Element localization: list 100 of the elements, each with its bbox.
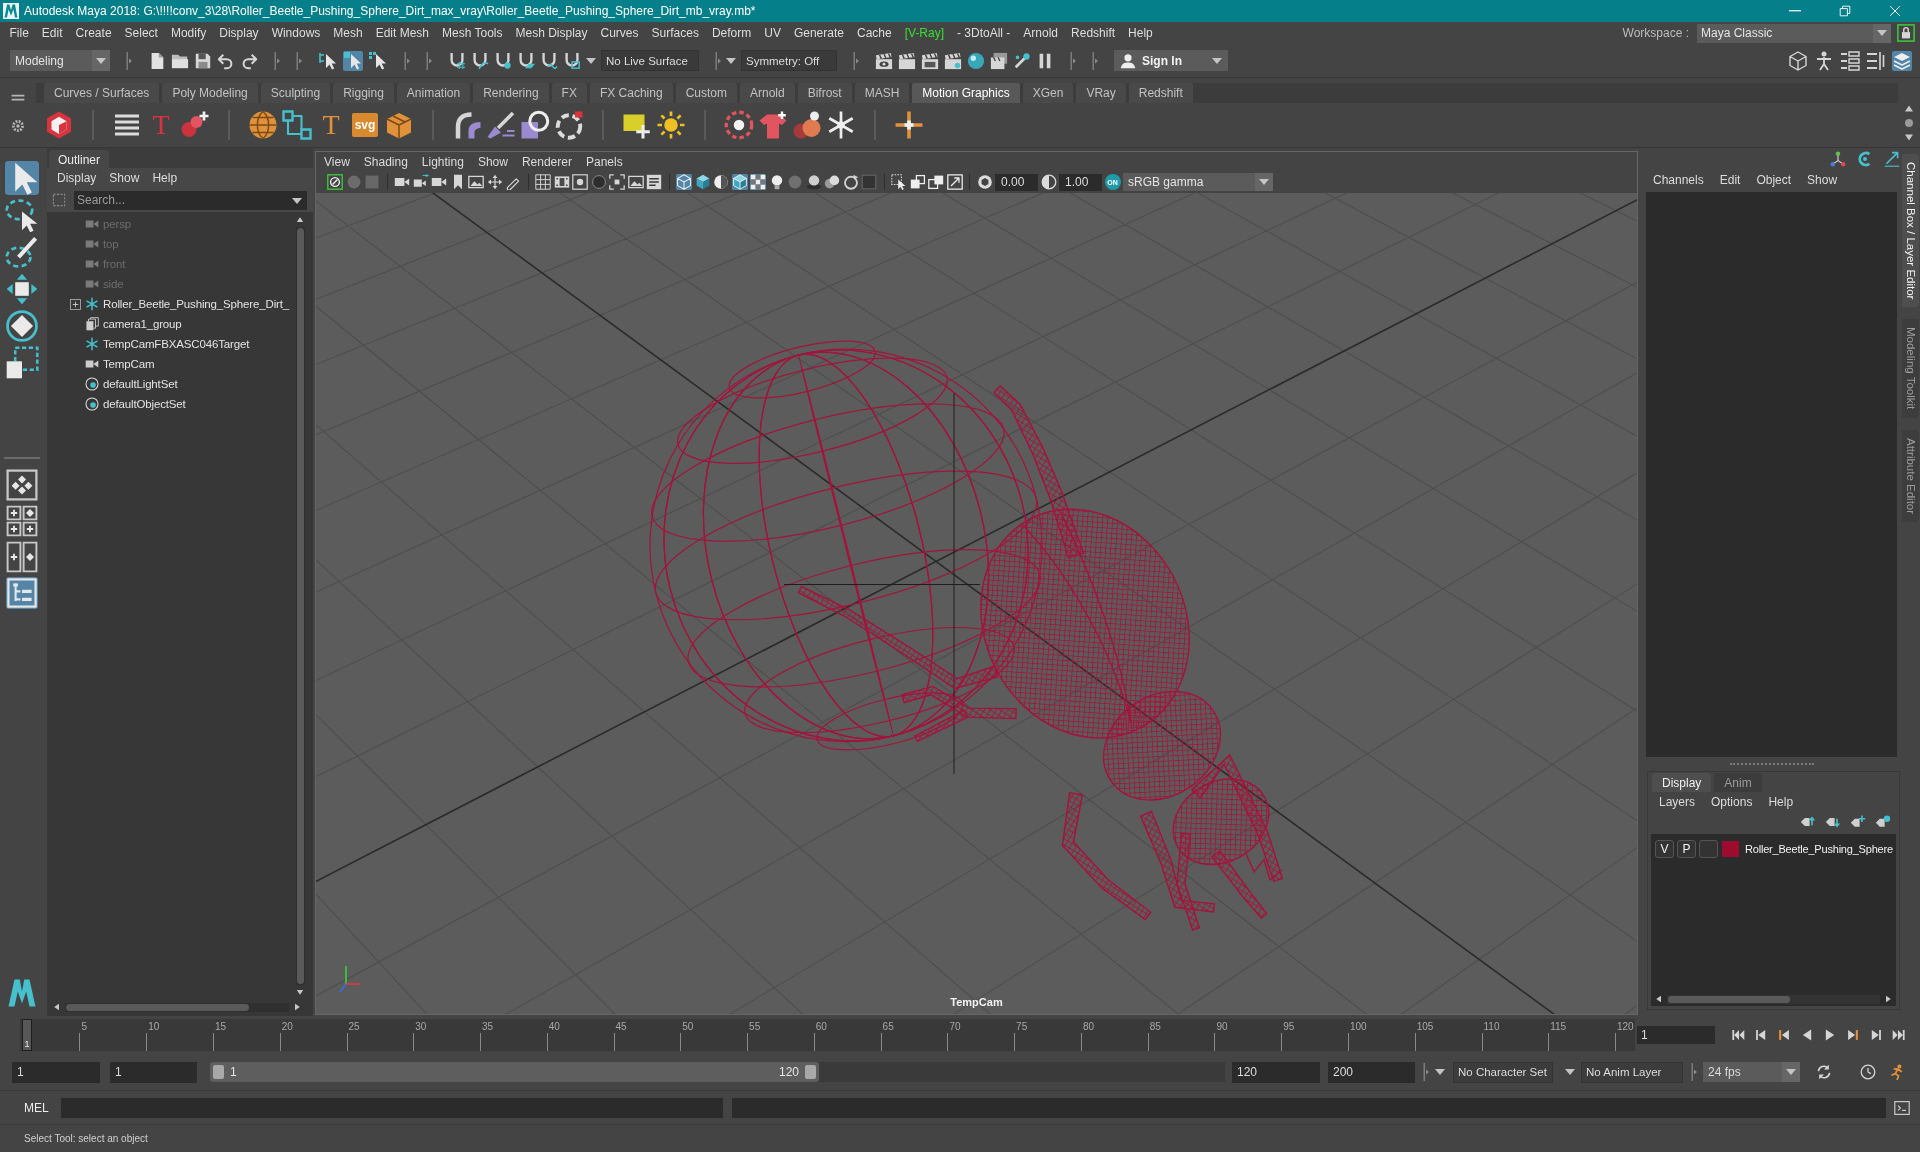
menu-item[interactable]: Object: [1748, 173, 1800, 187]
step-forward-icon[interactable]: [1869, 1028, 1883, 1042]
diamond-dot-icon[interactable]: [1875, 814, 1891, 830]
shelf-tab[interactable]: Redshift: [1128, 83, 1193, 103]
scrollbar-thumb[interactable]: [66, 1003, 249, 1011]
menu-item[interactable]: Edit Mesh: [369, 26, 436, 40]
outliner-item[interactable]: Roller_Beetle_Pushing_Sphere_Dirt_: [103, 298, 290, 310]
side-tab[interactable]: Attribute Editor: [1902, 429, 1919, 522]
playback-start-field[interactable]: 1: [110, 1061, 197, 1083]
up-arrow-icon[interactable]: [296, 216, 304, 224]
anim-layer-dropdown[interactable]: No Anim Layer: [1581, 1061, 1683, 1083]
menu-item[interactable]: Redshift: [1064, 26, 1122, 40]
menu-item[interactable]: Help: [146, 171, 185, 185]
menu-item[interactable]: Create: [69, 26, 119, 40]
restore-icon[interactable]: [1839, 5, 1851, 17]
command-input-field[interactable]: [60, 1097, 723, 1118]
diagonal-arrow-icon[interactable]: [1884, 151, 1900, 167]
arc-dot-icon[interactable]: [1857, 151, 1873, 167]
circles-plus-icon[interactable]: [180, 110, 210, 140]
current-frame-field[interactable]: 1: [1637, 1026, 1715, 1044]
shelf-tab[interactable]: Curves / Surfaces: [44, 83, 160, 103]
stacked-clapperboards-icon[interactable]: [990, 51, 1008, 70]
menu-item[interactable]: Select: [118, 26, 165, 40]
menu-item[interactable]: Show: [103, 171, 147, 185]
layer-editor-tab[interactable]: Display: [1652, 773, 1712, 792]
cross-arrows-icon[interactable]: [486, 174, 503, 190]
cursor-square-icon[interactable]: [343, 50, 363, 71]
redo-icon[interactable]: [240, 51, 258, 70]
live-surface-field[interactable]: No Live Surface: [601, 50, 699, 71]
caret-icon[interactable]: [1565, 1069, 1575, 1075]
checker-icon[interactable]: [750, 174, 766, 190]
sign-in-button[interactable]: Sign In: [1114, 50, 1228, 71]
menu-item[interactable]: Deform: [705, 26, 758, 40]
menu-item[interactable]: Channels: [1645, 173, 1712, 187]
3d-viewport[interactable]: TempCam: [316, 193, 1637, 1014]
playhead[interactable]: 1: [22, 1019, 32, 1051]
shelf-tab[interactable]: Rigging: [333, 83, 394, 103]
gamma-field[interactable]: 1.00: [1059, 173, 1102, 191]
right-arrow-icon[interactable]: [1884, 995, 1892, 1003]
caret-icon[interactable]: [292, 197, 302, 204]
lasso-cursor-icon[interactable]: [5, 198, 39, 232]
axes-icon[interactable]: [1830, 151, 1846, 167]
picture-icon[interactable]: [627, 174, 644, 190]
layers-icon[interactable]: [1892, 50, 1912, 71]
overlapping-squares-icon[interactable]: [928, 174, 944, 190]
menu-item[interactable]: UV: [757, 26, 788, 40]
skip-start-icon[interactable]: [1731, 1028, 1745, 1042]
shelf-tab[interactable]: VRay: [1076, 83, 1126, 103]
dashed-circle-dot-icon[interactable]: [724, 110, 754, 140]
collapse-handle-icon[interactable]: [1423, 1063, 1429, 1081]
shelf-tab[interactable]: MASH: [854, 83, 910, 103]
shelf-tab[interactable]: Custom: [675, 83, 737, 103]
two-spheres-icon[interactable]: [824, 174, 840, 190]
corner-frame-icon[interactable]: [609, 174, 625, 190]
layer-editor-tab[interactable]: Anim: [1714, 773, 1762, 792]
dark-circle-icon[interactable]: [590, 174, 607, 190]
menu-item[interactable]: Curves: [594, 26, 646, 40]
magnet-plane-icon[interactable]: [517, 51, 535, 70]
single-pane-icon[interactable]: [6, 469, 38, 501]
sun-icon[interactable]: [656, 110, 686, 140]
shelf-tab[interactable]: Animation: [396, 83, 471, 103]
lock-icon[interactable]: [1897, 24, 1915, 42]
menu-item[interactable]: Windows: [265, 26, 327, 40]
clock-icon[interactable]: [1860, 1064, 1876, 1080]
fps-dropdown[interactable]: 24 fps: [1703, 1062, 1800, 1082]
cursor-dashed-box-icon[interactable]: [891, 174, 907, 190]
list-lines-icon[interactable]: [1866, 50, 1886, 71]
outliner-item[interactable]: defaultObjectSet: [103, 398, 186, 410]
expand-icon[interactable]: [69, 298, 81, 310]
splitter-handle[interactable]: [1730, 763, 1814, 765]
left-arrow-icon[interactable]: [53, 1003, 61, 1011]
step-back-icon[interactable]: [1754, 1028, 1768, 1042]
shelf-tab[interactable]: Arnold: [739, 83, 795, 103]
dashed-ring-icon[interactable]: [554, 110, 584, 140]
two-pane-icon[interactable]: [6, 541, 38, 573]
range-handle[interactable]: [213, 1065, 224, 1079]
shelf-tab[interactable]: Bifrost: [797, 83, 852, 103]
menu-item[interactable]: Edit: [1711, 173, 1749, 187]
menu-item[interactable]: Mesh Tools: [435, 26, 509, 40]
shaded-cube-icon[interactable]: [694, 174, 711, 190]
menu-item[interactable]: View: [317, 154, 357, 169]
camera-arrow-icon[interactable]: [412, 174, 429, 190]
wireframe-cube-icon[interactable]: [1788, 50, 1808, 71]
wand-dots-icon[interactable]: [1013, 51, 1031, 70]
menu-item[interactable]: Edit: [35, 26, 70, 40]
range-bar[interactable]: [210, 1062, 819, 1082]
left-arrow-icon[interactable]: [1655, 995, 1663, 1003]
diamond-plus-icon[interactable]: [1850, 814, 1866, 830]
sphere-icon[interactable]: [248, 110, 278, 140]
square-circle-icon[interactable]: [520, 110, 550, 140]
key-forward-icon[interactable]: [1846, 1028, 1860, 1042]
shelf-tab[interactable]: FX: [551, 83, 587, 103]
magnet-curve-icon[interactable]: [471, 51, 489, 70]
shelf-tab[interactable]: XGen: [1022, 83, 1074, 103]
shelf-tab[interactable]: Sculpting: [260, 83, 331, 103]
cursor-tree-icon[interactable]: [318, 50, 338, 71]
running-figure-icon[interactable]: [1889, 1064, 1905, 1080]
magnet-frame-icon[interactable]: [563, 51, 581, 70]
menu-item[interactable]: Modify: [164, 26, 213, 40]
search-field[interactable]: Search...: [74, 190, 307, 210]
